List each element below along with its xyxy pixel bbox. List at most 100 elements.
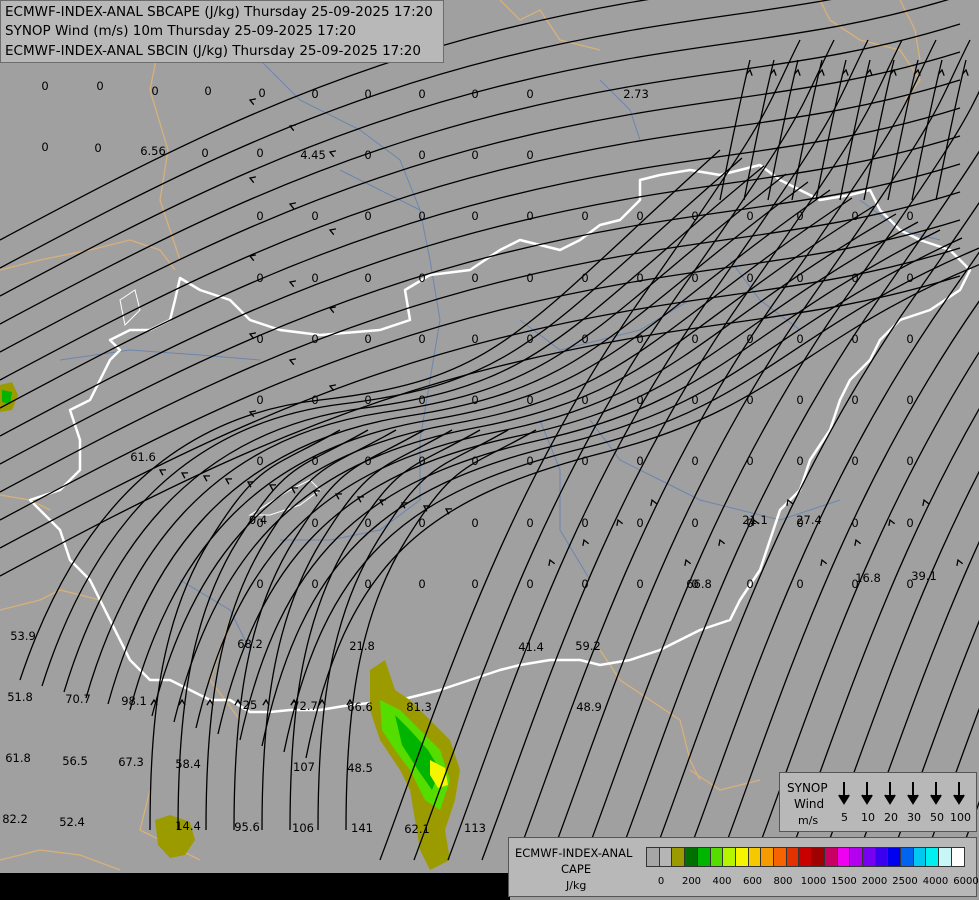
cape-legend: ECMWF-INDEX-ANAL CAPE J/kg 0 200 400 600 800…	[508, 837, 979, 897]
cape-value-label: 0	[364, 148, 371, 162]
cape-value-label: 0	[906, 393, 913, 407]
cape-tick-label: 1500	[831, 876, 857, 887]
wind-speed-100: 100	[950, 811, 971, 824]
cape-value-label: 68.2	[237, 637, 263, 651]
cape-value-label: 0	[851, 577, 858, 591]
cape-value-label: 0	[691, 454, 698, 468]
cape-value-label: 0	[311, 393, 318, 407]
cape-tick-label: 200	[681, 876, 702, 887]
cape-value-label: 0	[418, 148, 425, 162]
cape-legend-unit: J/kg	[566, 879, 587, 892]
cape-tick-label: 2500	[892, 876, 918, 887]
cape-tick-label: 800	[773, 876, 793, 887]
cape-value-label: 0	[851, 271, 858, 285]
cape-value-label: 0	[96, 79, 103, 93]
cape-value-label: 0	[471, 332, 478, 346]
cape-value-label: 0	[746, 332, 753, 346]
cape-value-label: 0	[851, 393, 858, 407]
cape-value-label: 0	[526, 209, 533, 223]
cape-value-label: 0	[258, 86, 265, 100]
cape-value-label: 0	[364, 454, 371, 468]
cape-value-label: 0	[418, 454, 425, 468]
cape-value-label: 0	[311, 577, 318, 591]
cape-value-label: 0	[906, 271, 913, 285]
cape-value-label: 0	[256, 332, 263, 346]
cape-tick-label: 400	[712, 876, 732, 887]
title-cape: ECMWF-INDEX-ANAL SBCAPE (J/kg) Thursday …	[5, 4, 433, 20]
cape-value-label: 39.1	[911, 569, 937, 583]
map-edge-strip	[0, 873, 510, 900]
cape-value-label: 0	[746, 393, 753, 407]
cape-value-label: 70.7	[65, 692, 91, 706]
cape-tick-label: 600	[742, 876, 763, 887]
cape-value-label: 0	[691, 209, 698, 223]
cape-value-label: 82.2	[2, 812, 28, 826]
cape-value-label: 0	[471, 209, 478, 223]
cape-value-label: 41.4	[518, 640, 544, 654]
cape-value-label: 141	[351, 821, 373, 835]
cape-value-label: 66.8	[686, 577, 712, 591]
cape-value-label: 0	[526, 87, 533, 101]
cape-tick-label: 2000	[861, 876, 888, 887]
cape-tick-label: 6000	[953, 876, 979, 887]
cape-value-label: 0	[256, 271, 263, 285]
cape-value-label: 0	[364, 393, 371, 407]
cape-value-label: 0	[851, 454, 858, 468]
cape-value-label: 0	[906, 209, 913, 223]
cape-value-label: 72.7	[292, 699, 318, 713]
cape-value-label: 0	[471, 271, 478, 285]
cape-value-label: 95.6	[234, 820, 260, 834]
cape-value-label: 0	[851, 209, 858, 223]
cape-value-label: 0	[691, 516, 698, 530]
cape-value-label: 0	[151, 84, 158, 98]
cape-value-label: 0	[691, 271, 698, 285]
cape-value-label: 0	[796, 271, 803, 285]
cape-value-label: 0	[471, 577, 478, 591]
cape-legend-title: ECMWF-INDEX-ANAL	[515, 846, 633, 860]
cape-value-label: 0	[796, 332, 803, 346]
cape-value-label: 58.4	[175, 757, 201, 771]
cape-value-label: 0	[581, 332, 588, 346]
cape-value-label: 0	[526, 271, 533, 285]
cape-value-label: 0	[256, 393, 263, 407]
cape-value-label: 0	[526, 393, 533, 407]
cape-value-label: 0	[581, 577, 588, 591]
cape-value-label: 0	[526, 516, 533, 530]
cape-value-label: 52.4	[59, 815, 85, 829]
cape-value-label: 0	[796, 454, 803, 468]
cape-value-label: 0	[526, 332, 533, 346]
cape-value-label: 0	[94, 141, 101, 155]
cape-value-label: 25	[243, 698, 258, 712]
cape-value-label: 0	[526, 454, 533, 468]
cape-value-label: 0	[851, 516, 858, 530]
cape-value-label: 0	[256, 209, 263, 223]
wind-legend: SYNOP Wind m/s 5 10 20 30 50 100	[779, 772, 977, 832]
cape-value-label: 0	[418, 393, 425, 407]
cape-value-label: 0	[636, 271, 643, 285]
cape-value-label: 0	[796, 209, 803, 223]
cape-value-label: 0	[851, 332, 858, 346]
cape-value-label: 0	[581, 393, 588, 407]
cape-value-label: 56.5	[62, 754, 88, 768]
cape-value-label: 0	[636, 454, 643, 468]
cape-value-label: 0	[636, 209, 643, 223]
cape-value-label: 61.6	[130, 450, 156, 464]
cape-value-label: 0	[471, 454, 478, 468]
cape-value-label: 0	[418, 516, 425, 530]
cape-value-label: 0	[418, 271, 425, 285]
cape-value-label: 0	[256, 454, 263, 468]
cape-swatch	[950, 847, 965, 867]
cape-value-label: 62.1	[404, 822, 430, 836]
cape-value-label: 0	[581, 271, 588, 285]
cape-value-label: 0	[691, 393, 698, 407]
cape-value-label: 0	[746, 454, 753, 468]
wind-speed-30: 30	[907, 811, 921, 824]
cape-value-label: 0	[311, 209, 318, 223]
cape-value-label: 0	[256, 146, 263, 160]
cape-value-label: 0	[256, 516, 263, 530]
cape-value-label: 48.9	[576, 700, 602, 714]
cape-value-label: 0	[418, 87, 425, 101]
wind-legend-title: SYNOP	[787, 781, 828, 795]
cape-value-label: 0	[256, 577, 263, 591]
cape-value-label: 0	[906, 577, 913, 591]
